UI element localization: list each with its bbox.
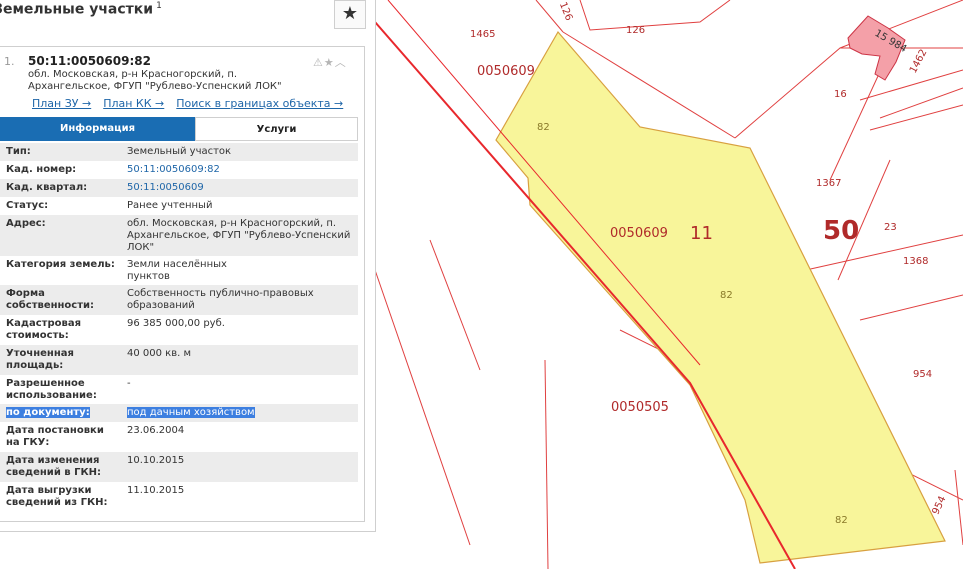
cad-quarter-link[interactable]: 50:11:0050609 [127, 182, 352, 194]
table-row: Кадастровая стоимость: 96 385 000,00 руб. [0, 315, 358, 345]
row-value: Земли населённых пунктов [127, 259, 227, 282]
plan-zu-link[interactable]: План ЗУ → [32, 97, 91, 110]
row-label: Разрешенное использование: [6, 378, 97, 401]
favorite-star-icon[interactable]: ★ [334, 0, 366, 29]
map-label: 16 [834, 89, 847, 100]
selected-text: по документу: [6, 407, 90, 418]
row-label: Тип: [6, 146, 31, 157]
row-value: - [127, 378, 131, 389]
result-card: 1. 50:11:0050609:82 ⚠★︿ обл. Московская,… [0, 46, 365, 522]
parcel-label: 82 [537, 122, 550, 133]
card-actions[interactable]: ⚠★︿ [313, 54, 347, 70]
row-value: обл. Московская, р-н Красногорский, п. А… [127, 218, 351, 253]
search-in-bounds-link[interactable]: Поиск в границах объекта → [176, 97, 343, 110]
row-value: Ранее учтенный [127, 200, 213, 211]
card-tabs: Информация Услуги [0, 117, 358, 141]
table-row: Разрешенное использование: - [0, 375, 358, 404]
map-label: 126 [626, 25, 646, 36]
tab-information[interactable]: Информация [0, 117, 195, 141]
quarter-label: 0050609 [477, 64, 535, 79]
chevron-up-icon: ︿ [334, 56, 347, 69]
row-value: Собственность публично-правовых образова… [127, 288, 314, 311]
row-label: Кад. квартал: [6, 182, 88, 193]
row-label: Дата изменения сведений в ГКН: [6, 455, 102, 478]
table-row: по документу: под дачным хозяйством [0, 404, 358, 422]
card-links: План ЗУ → План КК → Поиск в границах объек… [32, 97, 355, 110]
tab-services[interactable]: Услуги [195, 117, 358, 141]
info-panel: Земельные участки 1 ★ 1. 50:11:0050609:82… [0, 0, 376, 532]
row-value: 40 000 кв. м [127, 348, 192, 359]
row-label: Дата выгрузки сведений из ГКН: [6, 485, 108, 508]
cad-number-link[interactable]: 50:11:0050609:82 [127, 164, 352, 176]
selected-text: под дачным хозяйством [127, 407, 255, 418]
row-label: Статус: [6, 200, 49, 211]
row-label: Уточненная площадь: [6, 348, 74, 371]
row-value: под дачным хозяйством [127, 407, 352, 419]
row-label: Категория земель: [6, 259, 115, 270]
parcel-label: 82 [720, 290, 733, 301]
result-index: 1. [4, 55, 15, 68]
map-label: 954 [913, 369, 933, 380]
quarter-label: 0050505 [611, 400, 669, 415]
attribute-table: Тип: Земельный участок Кад. номер: 50:11:0… [0, 143, 358, 512]
table-row: Кад. квартал: 50:11:0050609 [0, 179, 358, 197]
row-value: 11.10.2015 [127, 485, 185, 496]
map-label: 1367 [816, 178, 842, 189]
row-label: Форма собственности: [6, 288, 95, 311]
cad-number-title[interactable]: 50:11:0050609:82 [28, 54, 151, 68]
warning-icon: ⚠ [313, 56, 324, 69]
map-label: 1465 [470, 29, 496, 40]
table-row: Форма собственности: Собственность публич… [0, 285, 358, 315]
row-value: 10.10.2015 [127, 455, 185, 466]
region-label: 11 [690, 223, 713, 244]
map-label: 1368 [903, 256, 929, 267]
panel-title: Земельные участки 1 [0, 1, 162, 18]
plan-kk-link[interactable]: План КК → [103, 97, 164, 110]
table-row: Кад. номер: 50:11:0050609:82 [0, 161, 358, 179]
row-label: по документу: [6, 407, 116, 419]
map-label: 23 [884, 222, 897, 233]
row-value: 96 385 000,00 руб. [127, 318, 225, 329]
district-label: 50 [823, 216, 860, 246]
card-address: обл. Московская, р-н Красногорский, п. А… [28, 69, 282, 92]
row-label: Дата постановки на ГКУ: [6, 425, 104, 448]
quarter-label: 0050609 [610, 226, 668, 241]
row-label: Кад. номер: [6, 164, 77, 175]
table-row: Статус: Ранее учтенный [0, 197, 358, 215]
table-row: Дата постановки на ГКУ: 23.06.2004 [0, 422, 358, 452]
table-row: Уточненная площадь: 40 000 кв. м [0, 345, 358, 375]
table-row: Категория земель: Земли населённых пункто… [0, 256, 358, 285]
result-count: 1 [156, 1, 162, 11]
row-label: Кадастровая стоимость: [6, 318, 81, 341]
star-icon: ★ [323, 56, 335, 69]
table-row: Адрес: обл. Московская, р-н Красногорский… [0, 215, 358, 256]
parcel-label: 82 [835, 515, 848, 526]
row-value: Земельный участок [127, 146, 232, 157]
row-value: 23.06.2004 [127, 425, 185, 436]
table-row: Дата выгрузки сведений из ГКН: 11.10.2015 [0, 482, 358, 512]
table-row: Дата изменения сведений в ГКН: 10.10.2015 [0, 452, 358, 482]
table-row: Тип: Земельный участок [0, 143, 358, 161]
row-label: Адрес: [6, 218, 46, 229]
